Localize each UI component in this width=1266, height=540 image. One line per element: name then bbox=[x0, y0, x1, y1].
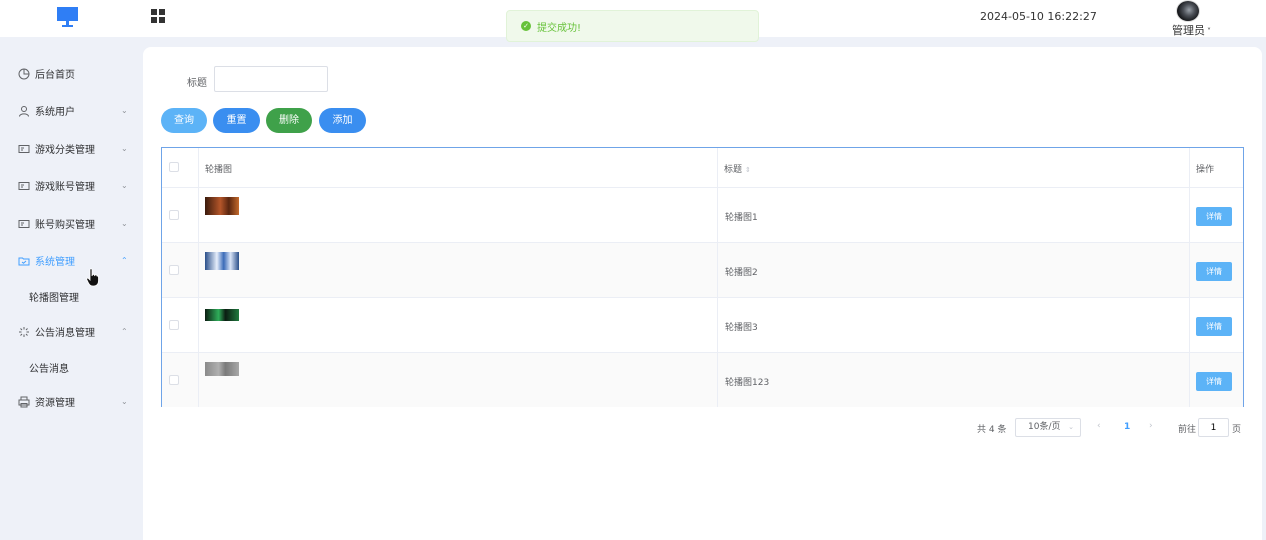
page-number-current[interactable]: 1 bbox=[1124, 422, 1130, 432]
sidebar-item-label: 系统用户 bbox=[35, 107, 75, 118]
page-size-select[interactable]: 10条/页 ⌄ bbox=[1015, 418, 1081, 437]
sidebar-item-label: 后台首页 bbox=[35, 70, 75, 81]
select-all-checkbox[interactable] bbox=[169, 162, 179, 172]
row-title: 轮播图3 bbox=[725, 323, 758, 333]
dashboard-icon bbox=[18, 68, 30, 80]
sidebar-item-game-category[interactable]: 游戏分类管理 ⌄ bbox=[0, 130, 143, 167]
chevron-down-icon: ⌄ bbox=[121, 397, 128, 406]
sidebar-subitem-notice[interactable]: 公告消息 bbox=[0, 350, 143, 384]
table-row: 轮播图3 详情 bbox=[162, 298, 1243, 353]
carousel-table: 轮播图 标题 ⇕ 操作 轮播图1 详情 轮播图2 详情 轮播图3 详情 轮播图1… bbox=[161, 147, 1244, 407]
sparkle-icon bbox=[18, 326, 30, 338]
success-toast: ✓ 提交成功! bbox=[506, 10, 759, 42]
search-title-label: 标题 bbox=[187, 78, 207, 89]
sidebar-item-label: 公告消息管理 bbox=[35, 328, 95, 339]
sidebar-item-resource-management[interactable]: 资源管理 ⌄ bbox=[0, 383, 143, 420]
sidebar-item-label: 资源管理 bbox=[35, 398, 75, 409]
goto-label: 前往 bbox=[1178, 425, 1197, 435]
page-size-value: 10条/页 bbox=[1028, 422, 1061, 432]
row-title: 轮播图1 bbox=[725, 213, 758, 223]
chevron-down-icon: ⌄ bbox=[121, 144, 128, 153]
sidebar-item-label: 账号购买管理 bbox=[35, 220, 95, 231]
detail-button[interactable]: 详情 bbox=[1196, 207, 1232, 226]
sidebar-item-game-account[interactable]: 游戏账号管理 ⌄ bbox=[0, 167, 143, 204]
pagination: 共 4 条 10条/页 ⌄ ‹ 1 › 前往 页 bbox=[143, 418, 1262, 438]
sidebar-item-system-users[interactable]: 系统用户 ⌄ bbox=[0, 92, 143, 129]
chevron-up-icon: ⌃ bbox=[121, 256, 128, 265]
sidebar-subitem-label: 公告消息 bbox=[29, 363, 69, 375]
printer-icon bbox=[18, 396, 30, 408]
table-header-row: 轮播图 标题 ⇕ 操作 bbox=[162, 148, 1243, 188]
column-header-operation: 操作 bbox=[1196, 165, 1215, 175]
chevron-down-icon: ⌄ bbox=[121, 106, 128, 115]
check-circle-icon: ✓ bbox=[521, 21, 531, 31]
detail-button[interactable]: 详情 bbox=[1196, 317, 1232, 336]
carousel-thumbnail bbox=[205, 362, 239, 376]
reset-button[interactable]: 重置 bbox=[213, 108, 260, 133]
carousel-thumbnail bbox=[205, 309, 239, 321]
row-checkbox[interactable] bbox=[169, 375, 179, 385]
sidebar-item-system-management[interactable]: 系统管理 ⌃ bbox=[0, 242, 143, 279]
card-icon bbox=[18, 218, 30, 230]
row-checkbox[interactable] bbox=[169, 265, 179, 275]
toast-message: 提交成功! bbox=[537, 22, 582, 34]
column-header-image: 轮播图 bbox=[205, 165, 233, 175]
chevron-down-icon: ˅ bbox=[1207, 27, 1211, 36]
chevron-up-icon: ⌃ bbox=[121, 327, 128, 336]
sidebar-subitem-label: 轮播图管理 bbox=[29, 292, 79, 304]
monitor-logo-icon bbox=[57, 7, 78, 27]
column-header-title: 标题 ⇕ bbox=[724, 165, 751, 175]
admin-dropdown[interactable]: 管理员 ˅ bbox=[1172, 22, 1211, 38]
table-row: 轮播图2 详情 bbox=[162, 243, 1243, 298]
prev-page-button[interactable]: ‹ bbox=[1097, 421, 1101, 431]
user-icon bbox=[18, 105, 30, 117]
main-content: 标题 查询 重置 删除 添加 轮播图 标题⇕ 操作 轮播图1 详情 轮播图2 bbox=[143, 47, 1262, 540]
pagination-total: 共 4 条 bbox=[977, 425, 1007, 435]
table-row: 轮播图123 详情 bbox=[162, 353, 1243, 407]
sidebar-item-dashboard[interactable]: 后台首页 bbox=[0, 55, 143, 92]
folder-icon bbox=[18, 255, 30, 267]
row-checkbox[interactable] bbox=[169, 210, 179, 220]
current-datetime: 2024-05-10 16:22:27 bbox=[980, 10, 1097, 23]
sidebar-item-label: 游戏分类管理 bbox=[35, 145, 95, 156]
page-suffix-label: 页 bbox=[1232, 425, 1242, 435]
detail-button[interactable]: 详情 bbox=[1196, 262, 1232, 281]
next-page-button[interactable]: › bbox=[1149, 421, 1153, 431]
avatar[interactable] bbox=[1176, 0, 1200, 22]
row-title: 轮播图2 bbox=[725, 268, 758, 278]
carousel-thumbnail bbox=[205, 252, 239, 270]
sort-icon[interactable]: ⇕ bbox=[745, 166, 751, 174]
sidebar-item-account-purchase[interactable]: 账号购买管理 ⌄ bbox=[0, 205, 143, 242]
sidebar-item-notice-management[interactable]: 公告消息管理 ⌃ bbox=[0, 313, 143, 350]
chevron-down-icon: ⌄ bbox=[121, 219, 128, 228]
sidebar-subitem-carousel[interactable]: 轮播图管理 bbox=[0, 279, 143, 313]
query-button[interactable]: 查询 bbox=[161, 108, 207, 133]
table-row: 轮播图1 详情 bbox=[162, 188, 1243, 243]
delete-button[interactable]: 删除 bbox=[266, 108, 312, 133]
hand-pointer-icon bbox=[86, 268, 99, 287]
carousel-thumbnail bbox=[205, 197, 239, 215]
chevron-down-icon: ⌄ bbox=[121, 181, 128, 190]
detail-button[interactable]: 详情 bbox=[1196, 372, 1232, 391]
card-icon bbox=[18, 143, 30, 155]
chevron-down-icon: ⌄ bbox=[1068, 423, 1074, 431]
row-checkbox[interactable] bbox=[169, 320, 179, 330]
sidebar: 后台首页 系统用户 ⌄ 游戏分类管理 ⌄ 游戏账号管理 ⌄ 账号购买管理 ⌄ 系… bbox=[0, 37, 143, 540]
apps-grid-icon[interactable] bbox=[151, 9, 166, 23]
goto-page-input[interactable] bbox=[1198, 418, 1229, 437]
card-icon bbox=[18, 180, 30, 192]
sidebar-item-label: 系统管理 bbox=[35, 257, 75, 268]
sidebar-item-label: 游戏账号管理 bbox=[35, 182, 95, 193]
row-title: 轮播图123 bbox=[725, 378, 770, 388]
add-button[interactable]: 添加 bbox=[319, 108, 366, 133]
admin-name-label: 管理员 bbox=[1172, 24, 1205, 37]
search-title-input[interactable] bbox=[214, 66, 328, 92]
